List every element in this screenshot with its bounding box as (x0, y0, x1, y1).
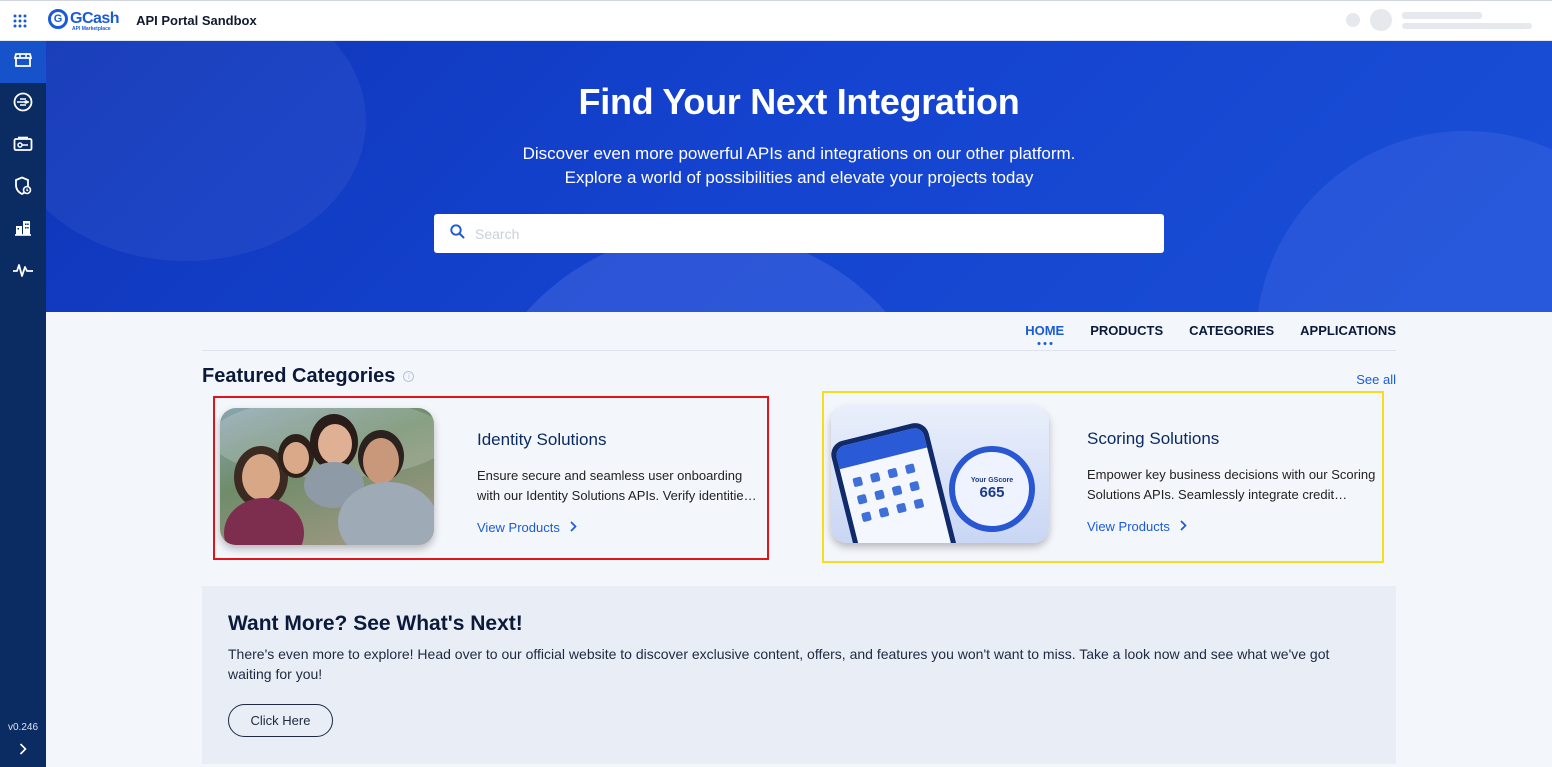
card-body: Scoring Solutions Empower key business d… (1087, 429, 1377, 534)
tab-home[interactable]: HOME (1025, 323, 1065, 345)
promo-banner: Want More? See What's Next! There's even… (202, 586, 1396, 764)
hero-subtitle-line: Explore a world of possibilities and ele… (564, 168, 1034, 187)
expand-sidebar-button[interactable] (0, 741, 46, 761)
chevron-right-icon (1180, 519, 1187, 534)
tab-label: PRODUCTS (1090, 323, 1164, 338)
notification-icon[interactable] (1346, 13, 1360, 27)
key-card-icon (13, 136, 33, 157)
card-body: Identity Solutions Ensure secure and sea… (477, 430, 762, 535)
organization-icon (14, 220, 32, 241)
section-title: Featured Categories (202, 365, 396, 387)
card-title: Identity Solutions (477, 430, 607, 449)
tab-products[interactable]: PRODUCTS (1090, 323, 1163, 338)
link-label: View Products (477, 520, 560, 535)
gscore-value: 665 (979, 484, 1005, 501)
gcash-logo[interactable]: G GCash API Marketplace (48, 9, 120, 32)
tab-applications[interactable]: APPLICATIONS (1300, 323, 1396, 338)
storefront-icon (13, 52, 33, 73)
sidebar-item-security[interactable] (0, 167, 46, 209)
tab-label: HOME (1025, 323, 1065, 338)
portal-title: API Portal Sandbox (136, 13, 257, 28)
api-icon (13, 92, 33, 117)
search-bar[interactable] (434, 214, 1164, 253)
identity-family-image (220, 408, 434, 545)
promo-title: Want More? See What's Next! (228, 612, 523, 635)
gscore-badge: Your GScore 665 (949, 446, 1035, 532)
search-icon (450, 223, 465, 244)
tab-label: CATEGORIES (1189, 323, 1275, 338)
sidebar-item-organization[interactable] (0, 209, 46, 251)
app-version: v0.246 (7, 722, 39, 733)
top-bar: G GCash API Marketplace API Portal Sandb… (0, 0, 1552, 41)
tab-label: APPLICATIONS (1300, 323, 1396, 338)
info-icon[interactable]: i (403, 371, 415, 382)
see-all-link[interactable]: See all (1356, 372, 1396, 387)
card-title: Scoring Solutions (1087, 429, 1220, 448)
link-label: View Products (1087, 519, 1170, 534)
logo-subtitle: API Marketplace (72, 26, 111, 32)
gscore-label: Your GScore (970, 477, 1014, 484)
active-tab-indicator (1037, 342, 1053, 345)
view-products-link[interactable]: View Products (477, 520, 762, 535)
sidebar-item-activity[interactable] (0, 251, 46, 293)
security-shield-icon (14, 176, 32, 201)
user-menu[interactable] (1346, 9, 1532, 31)
phone-illustration (831, 420, 962, 543)
click-here-button[interactable]: Click Here (228, 704, 333, 737)
view-products-link[interactable]: View Products (1087, 519, 1377, 534)
tab-categories[interactable]: CATEGORIES (1189, 323, 1274, 338)
hero-subtitle: Discover even more powerful APIs and int… (46, 142, 1552, 190)
activity-pulse-icon (12, 262, 34, 283)
featured-categories-heading: Featured Categories i (202, 365, 415, 388)
sidebar-item-storefront[interactable] (0, 41, 46, 83)
card-description: Ensure secure and seamless user onboardi… (477, 468, 751, 503)
sidebar-item-apis[interactable] (0, 83, 46, 125)
hero-subtitle-line: Discover even more powerful APIs and int… (522, 144, 1076, 163)
user-info (1402, 11, 1532, 29)
category-card-scoring[interactable]: Your GScore 665 Scoring Solutions Empowe… (822, 391, 1384, 563)
category-card-identity[interactable]: Identity Solutions Ensure secure and sea… (213, 396, 769, 560)
sidebar: v0.246 (0, 41, 46, 767)
search-input[interactable] (475, 225, 1115, 242)
sidebar-item-credentials[interactable] (0, 125, 46, 167)
hero-banner: Find Your Next Integration Discover even… (46, 41, 1552, 312)
divider (202, 350, 1396, 351)
apps-grid-icon[interactable] (0, 1, 40, 41)
promo-text: There's even more to explore! Head over … (228, 646, 1330, 682)
avatar[interactable] (1370, 9, 1392, 31)
logo-text: GCash (70, 10, 120, 27)
page-tabs: HOME PRODUCTS CATEGORIES APPLICATIONS (1025, 323, 1396, 345)
scoring-phone-image: Your GScore 665 (831, 406, 1049, 543)
hero-title: Find Your Next Integration (578, 81, 1020, 122)
gcash-g-icon: G (48, 9, 68, 29)
card-description: Empower key business decisions with our … (1087, 467, 1376, 502)
chevron-right-icon (570, 520, 577, 535)
chevron-right-icon (19, 742, 27, 760)
